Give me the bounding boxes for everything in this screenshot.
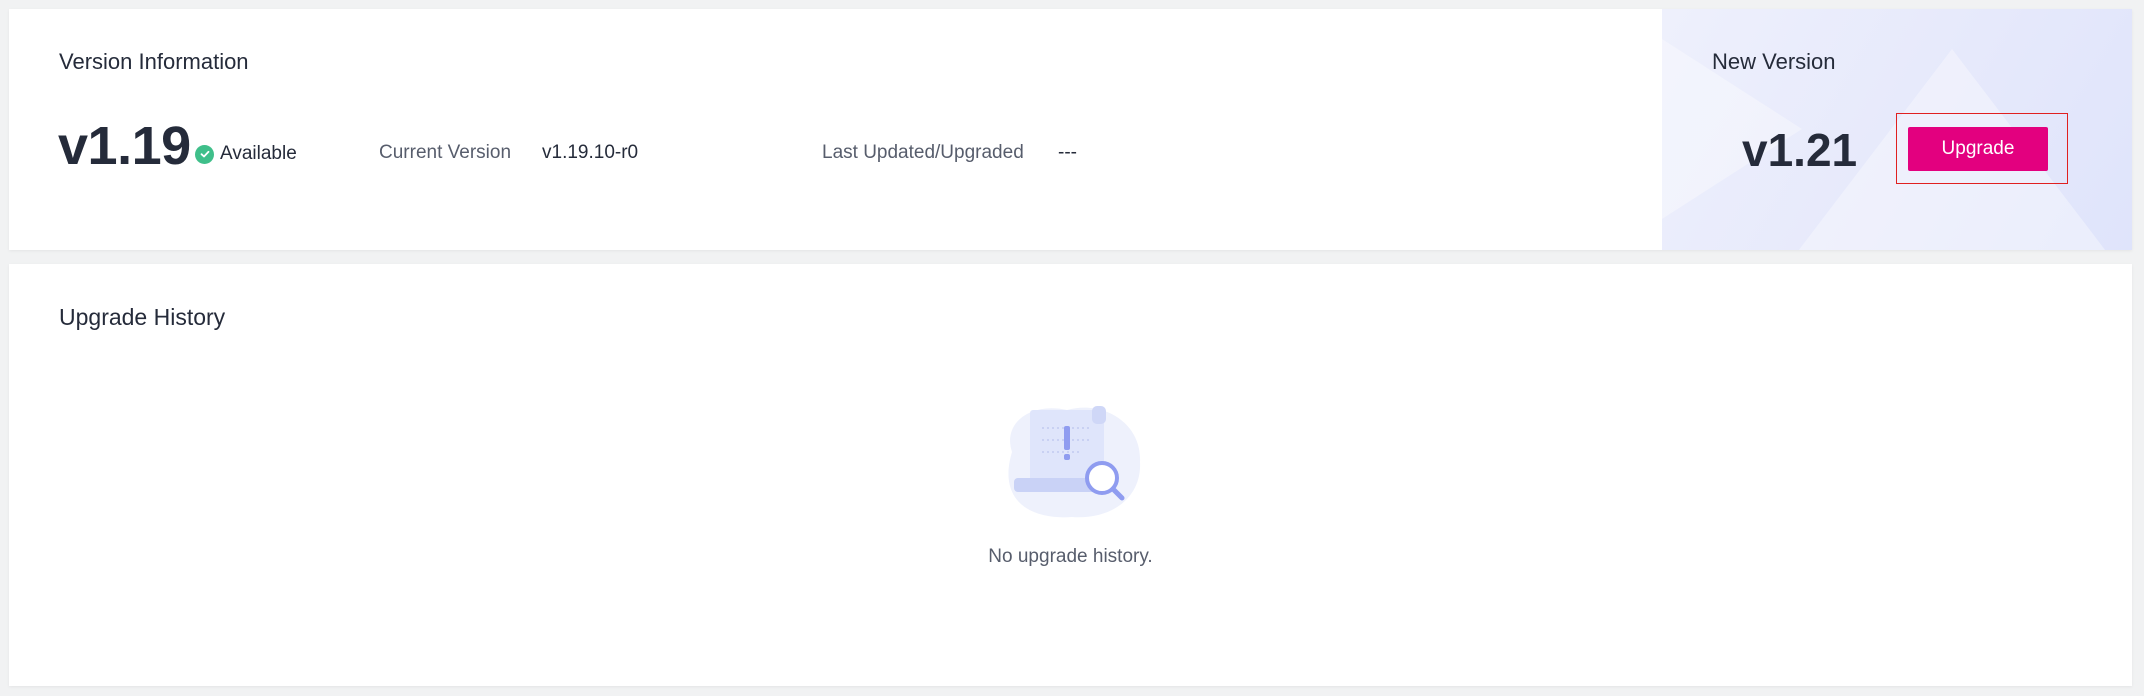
upgrade-history-card: Upgrade History No upgrade history. <box>9 264 2132 686</box>
new-version-title: New Version <box>1712 49 1836 74</box>
status-badge: Available <box>195 143 297 165</box>
current-version-value: v1.19.10-r0 <box>542 142 639 163</box>
status-text: Available <box>220 143 297 164</box>
version-information-title: Version Information <box>59 49 249 74</box>
last-updated-label: Last Updated/Upgraded <box>822 142 1024 163</box>
empty-document-search-illustration <box>1008 406 1141 518</box>
check-circle-icon <box>195 144 214 164</box>
current-major-version: v1.19 <box>58 116 191 176</box>
last-updated-value: --- <box>1058 142 1077 163</box>
empty-state-text: No upgrade history. <box>988 546 1153 567</box>
new-version-number: v1.21 <box>1742 124 1858 176</box>
upgrade-history-title: Upgrade History <box>59 304 226 330</box>
new-version-panel: New Version v1.21 Upgrade <box>1662 9 2132 250</box>
upgrade-button[interactable]: Upgrade <box>1908 127 2048 171</box>
version-information-card: Version Information v1.19 Available Curr… <box>9 9 2132 250</box>
current-version-label: Current Version <box>379 142 512 163</box>
